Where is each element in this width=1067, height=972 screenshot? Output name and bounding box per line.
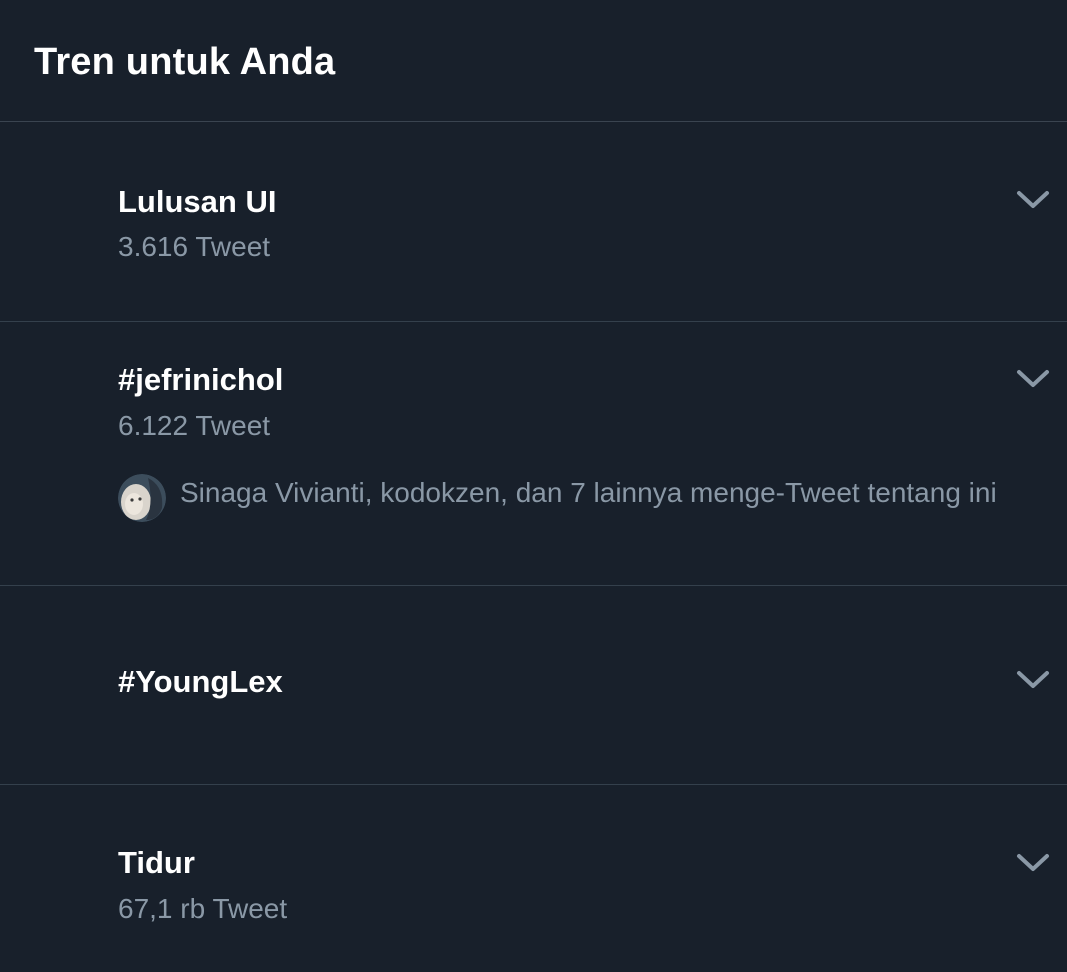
trend-item[interactable]: #YoungLex xyxy=(0,586,1067,785)
trend-tweet-count: 3.616 Tweet xyxy=(118,231,271,262)
trend-item[interactable]: #jefrinichol 6.122 Tweet Sinaga Vivianti… xyxy=(0,322,1067,586)
trend-context-text: Sinaga Vivianti, kodokzen, dan 7 lainnya… xyxy=(180,477,997,508)
trend-name[interactable]: Lulusan UI xyxy=(118,182,276,222)
trend-tweet-count: 6.122 Tweet xyxy=(118,410,271,441)
page-title: Tren untuk Anda xyxy=(34,41,336,83)
trend-name[interactable]: Tidur xyxy=(118,843,195,883)
user-avatar[interactable] xyxy=(118,474,166,522)
trend-name[interactable]: #YoungLex xyxy=(118,662,283,702)
trends-header: Tren untuk Anda xyxy=(0,0,1067,122)
chevron-down-icon[interactable] xyxy=(1014,851,1052,875)
trend-tweet-count: 67,1 rb Tweet xyxy=(118,893,288,924)
trend-item[interactable]: Tidur 67,1 rb Tweet xyxy=(0,785,1067,972)
trend-name[interactable]: #jefrinichol xyxy=(118,360,283,400)
trend-item[interactable]: Lulusan UI 3.616 Tweet xyxy=(0,122,1067,322)
chevron-down-icon[interactable] xyxy=(1014,188,1052,212)
chevron-down-icon[interactable] xyxy=(1014,668,1052,692)
chevron-down-icon[interactable] xyxy=(1014,367,1052,391)
